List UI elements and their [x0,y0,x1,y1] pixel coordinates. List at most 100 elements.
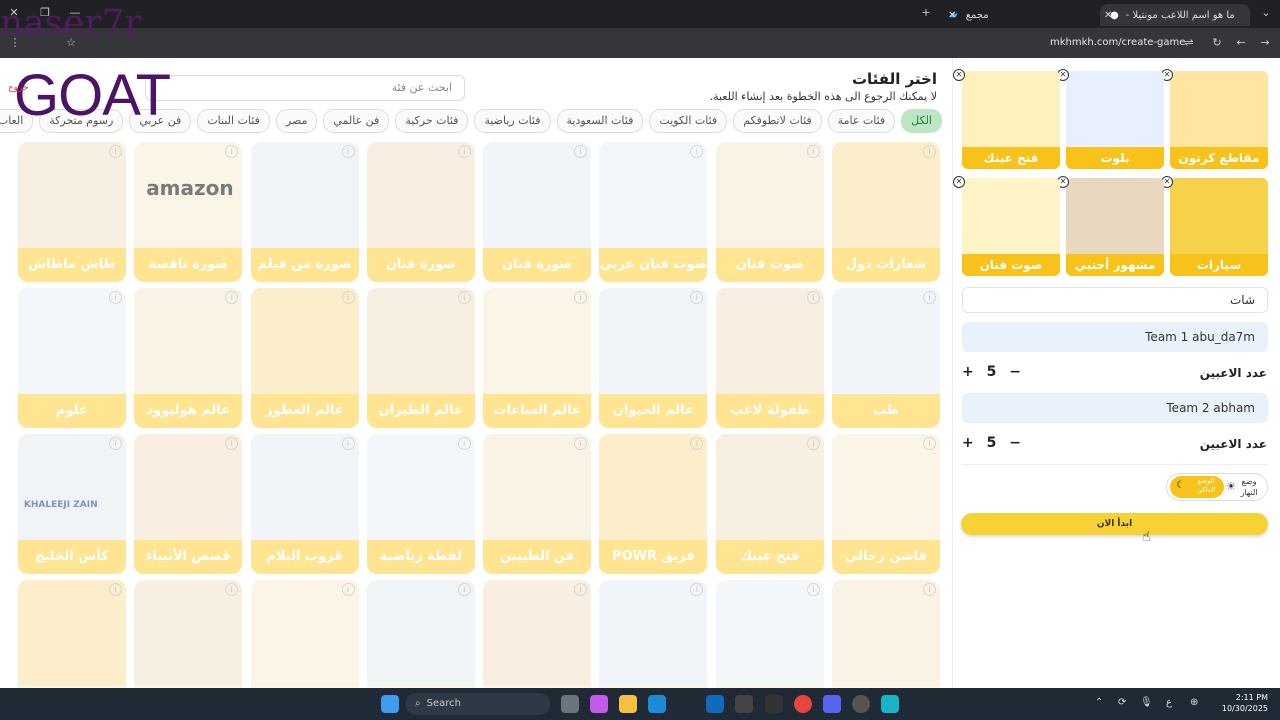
increment-button[interactable]: + [962,364,974,380]
info-icon[interactable]: i [341,291,355,304]
category-card[interactable]: عالم الساعات i [483,288,592,428]
copilot-icon[interactable] [590,695,608,713]
selected-category-card[interactable]: بلوت [1066,71,1164,169]
info-icon[interactable]: i [923,583,936,596]
info-icon[interactable]: i [341,145,355,158]
category-card[interactable]: طب i [832,288,940,428]
tray-chevron-icon[interactable]: ⌃ [1095,697,1103,708]
info-icon[interactable]: i [574,583,588,596]
chrome-icon[interactable] [794,695,812,713]
notepad-icon[interactable] [881,695,899,713]
selected-category-card[interactable]: مقاطع كرتون [1170,71,1268,169]
taskbar-clock[interactable]: 2:11 PM 10/30/2025 [1210,692,1268,714]
info-icon[interactable]: i [923,145,936,158]
category-card[interactable]: عالم العطور i [250,288,359,428]
category-chip[interactable]: فئات رياضية [474,109,551,133]
category-card[interactable]: صورة فنان أجنبي i [483,142,592,282]
team2-name-input[interactable]: Team 2 abham [962,393,1268,423]
info-icon[interactable]: i [108,437,122,450]
category-chip[interactable]: مصر [275,109,318,133]
language-indicator[interactable]: ع [1166,697,1172,708]
info-icon[interactable]: i [806,291,820,304]
category-chip[interactable]: فئات عامة [827,109,896,133]
category-card[interactable]: صوت فنان عربي i [599,142,708,282]
category-card[interactable]: فاشن رجالي i [832,434,940,574]
category-chip[interactable]: فئات الكويت [649,109,728,133]
category-card[interactable]: عالم الحيوان i [599,288,708,428]
category-card[interactable]: i [17,580,126,688]
category-card[interactable]: طفولة لاعب i [715,288,824,428]
info-icon[interactable]: i [806,583,820,596]
category-card[interactable]: صورة فنان عربي i [366,142,475,282]
logout-link[interactable]: خروج [8,83,30,93]
category-card[interactable]: فتح عينك i [715,434,824,574]
info-icon[interactable]: i [341,583,355,596]
info-icon[interactable]: i [341,437,355,450]
info-icon[interactable]: i [457,437,471,450]
microphone-icon[interactable]: 🎙 [1140,697,1153,708]
decrement-button[interactable]: − [1009,364,1021,380]
new-tab-icon[interactable]: + [917,4,935,22]
task-view-icon[interactable] [561,695,579,713]
info-icon[interactable]: i [108,145,122,158]
start-game-button[interactable]: ابدأ الان [961,513,1268,535]
ctrl-app-icon[interactable] [765,695,783,713]
info-icon[interactable]: i [457,291,471,304]
info-icon[interactable]: i [574,437,588,450]
discord-icon[interactable] [823,695,841,713]
category-card[interactable]: عالم هوليوود i [134,288,243,428]
close-tab-icon[interactable]: ✕ [1104,10,1112,21]
category-card[interactable]: صورة من فيلم i [250,142,359,282]
edge-icon[interactable] [648,695,666,713]
info-icon[interactable]: i [108,291,122,304]
back-arrow-icon[interactable]: ← [1232,34,1250,52]
category-card[interactable]: فريق POWR i [599,434,708,574]
windows-start-icon[interactable] [381,695,399,713]
info-icon[interactable]: i [574,145,588,158]
info-icon[interactable]: i [806,437,820,450]
tray-sync-icon[interactable]: ⟳ [1118,697,1126,708]
decrement-button[interactable]: − [1009,435,1021,451]
selected-category-card[interactable]: مشهور أجنبي [1066,178,1164,276]
category-card[interactable]: قروب البلام i [250,434,359,574]
category-card[interactable]: amazon صورة ناقصة i [134,142,243,282]
dark-mode-option[interactable]: ☾ الوضع الداكن [1170,476,1224,498]
info-icon[interactable]: i [806,145,820,158]
selected-category-card[interactable]: صوت فنان عربي [962,178,1060,276]
reload-icon[interactable]: ↻ [1208,34,1226,52]
file-explorer-icon[interactable] [619,695,637,713]
team1-name-input[interactable]: Team 1 abu_da7m [962,322,1268,352]
category-card[interactable]: لقطة رياضية i [366,434,475,574]
category-card[interactable]: i [483,580,592,688]
category-card[interactable]: i [715,580,824,688]
category-card[interactable]: قصص الأنبياء i [134,434,243,574]
category-card[interactable]: i [366,580,475,688]
category-card[interactable]: i [134,580,243,688]
tab-search[interactable]: ما هو اسم اللاعب مونتيلا - earch ● ✕ [1100,4,1250,26]
category-card[interactable]: i [599,580,708,688]
category-card[interactable]: i [832,580,940,688]
remove-category-icon[interactable]: ✕ [953,176,965,188]
info-icon[interactable]: i [457,145,471,158]
info-icon[interactable]: i [457,583,471,596]
tab-search-chevron-icon[interactable]: ⌄ [1257,4,1275,22]
info-icon[interactable]: i [574,291,588,304]
increment-button[interactable]: + [962,435,974,451]
info-icon[interactable]: i [923,437,936,450]
category-card[interactable]: علوم i [17,288,126,428]
steam-icon[interactable] [852,695,870,713]
category-card[interactable]: شعارات دول i [832,142,940,282]
category-card[interactable]: فن الطيبين i [483,434,592,574]
category-card[interactable]: i [250,580,359,688]
game-name-input[interactable]: شات [962,287,1268,313]
category-chip[interactable]: الكل [901,109,942,133]
remove-category-icon[interactable]: ✕ [953,69,965,81]
tab-majma[interactable]: مجمع ▰ ✕ [940,4,1100,26]
address-bar[interactable]: mkhmkh.com/create-game [1050,33,1200,53]
category-card[interactable]: طاش ماطاش i [17,142,126,282]
close-tab-icon[interactable]: ✕ [948,10,956,21]
category-search-input[interactable]: ابحث عن فئة [145,75,465,101]
theme-toggle[interactable]: ☾ الوضع الداكن ☀ وضع النهار [1166,473,1268,501]
forward-arrow-icon[interactable]: → [1256,34,1274,52]
selected-category-card[interactable]: فتح عينك [962,71,1060,169]
